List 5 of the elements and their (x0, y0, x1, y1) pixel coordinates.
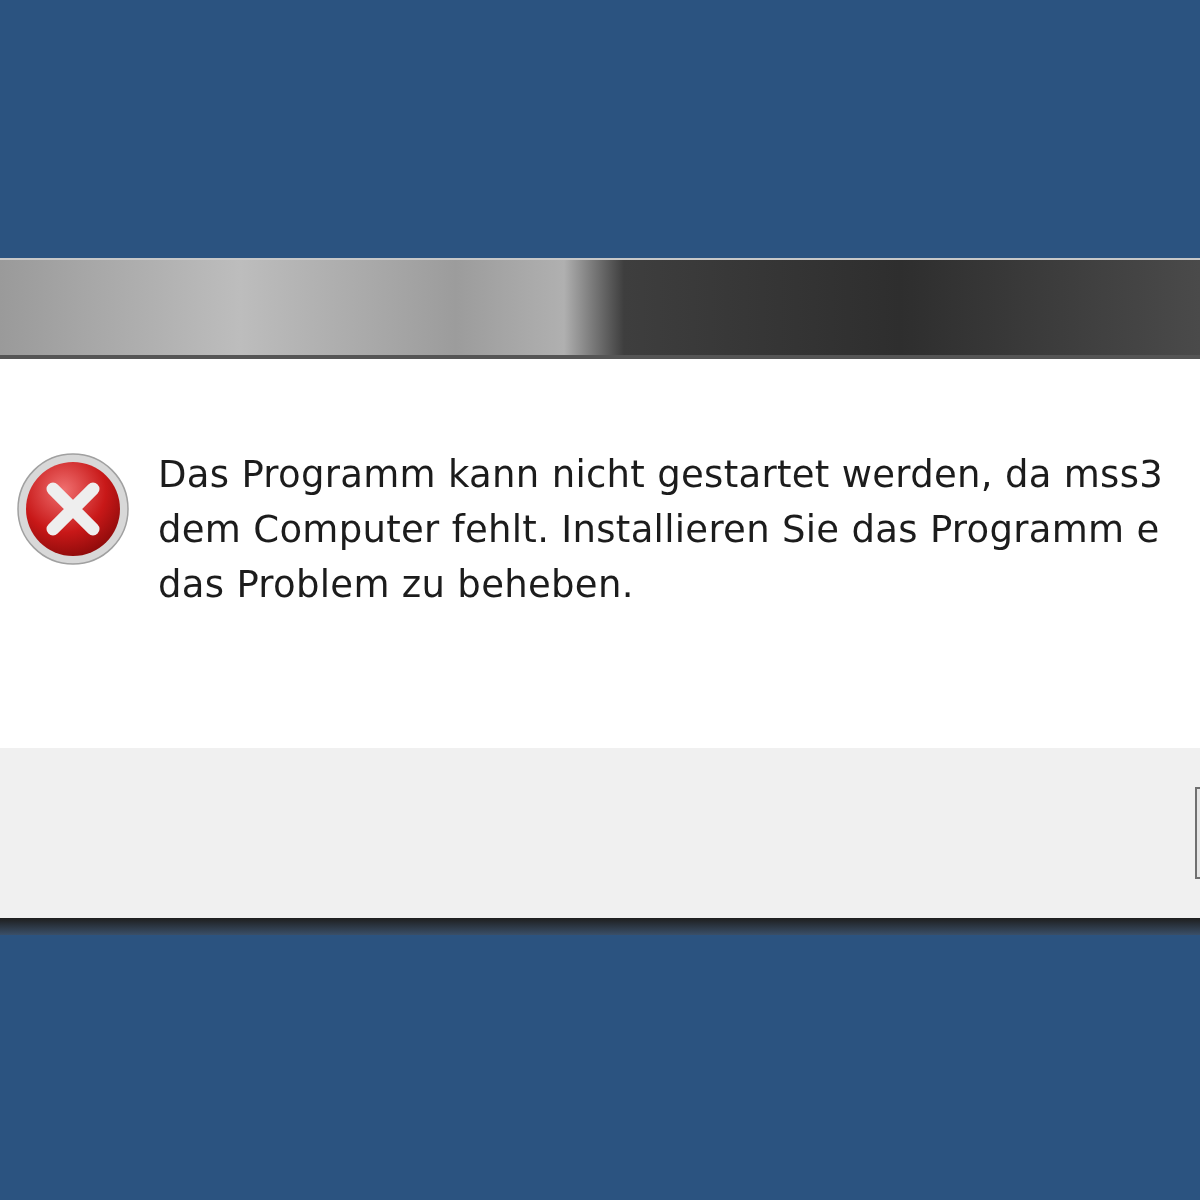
error-icon (17, 453, 129, 565)
error-message-line: das Problem zu beheben. (158, 562, 635, 608)
error-message-line: Das Programm kann nicht gestartet werden, da mss3 (158, 452, 1164, 498)
button[interactable] (1195, 787, 1200, 879)
error-message-line: dem Computer fehlt. Installieren Sie das Programm e (158, 507, 1161, 553)
